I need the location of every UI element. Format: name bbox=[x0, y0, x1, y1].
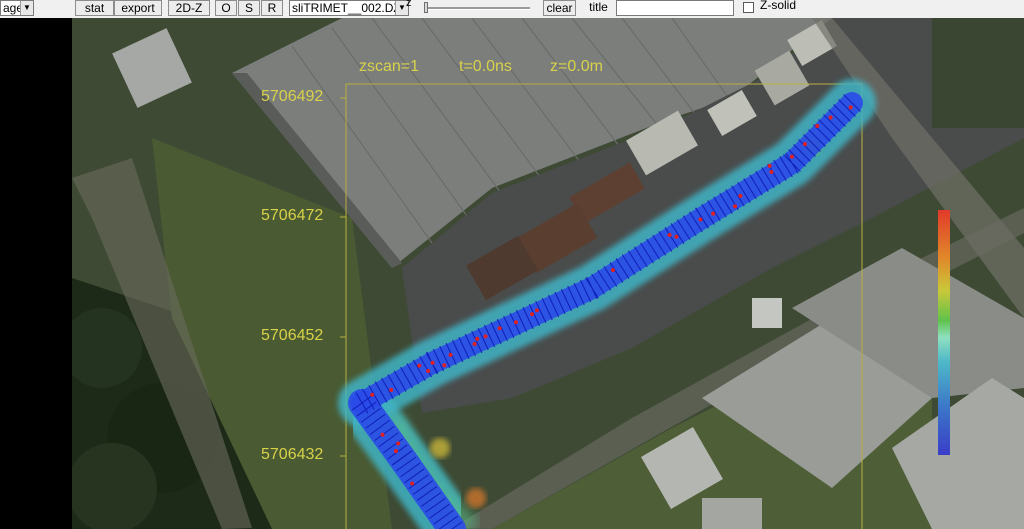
anomaly-point bbox=[393, 449, 398, 454]
colorbar bbox=[938, 210, 950, 455]
anomaly-point bbox=[472, 342, 477, 347]
2d-z-button[interactable]: 2D-Z bbox=[168, 0, 210, 16]
anomaly-point bbox=[410, 481, 415, 486]
anomaly-point bbox=[483, 334, 488, 339]
anomaly-point bbox=[789, 154, 794, 159]
anomaly-point bbox=[802, 142, 807, 147]
image-select[interactable]: age ▼ bbox=[0, 0, 34, 16]
toolbar: age ▼ stat export 2D-Z O S R sliTRIMET__… bbox=[0, 0, 1024, 19]
y-tick-label: 5706472 bbox=[261, 207, 324, 224]
anomaly-point bbox=[530, 312, 535, 317]
zscan-label: zscan=1 bbox=[359, 58, 420, 75]
file-select-value: sliTRIMET__002.DZ bbox=[292, 1, 401, 15]
anomaly-point bbox=[767, 163, 772, 168]
anomaly-point bbox=[370, 392, 375, 397]
anomaly-point bbox=[667, 233, 672, 238]
grass-right bbox=[932, 18, 1024, 128]
anomaly-point bbox=[534, 308, 539, 313]
anomaly-point bbox=[448, 352, 453, 357]
z-solid-label: Z-solid bbox=[760, 0, 797, 12]
anomaly-point bbox=[389, 388, 394, 393]
anomaly-point bbox=[769, 170, 774, 175]
z-slider-thumb[interactable] bbox=[424, 2, 428, 13]
anomaly-point bbox=[380, 432, 385, 437]
title-input[interactable] bbox=[616, 0, 734, 16]
anomaly-point bbox=[711, 211, 716, 216]
anomaly-point bbox=[475, 336, 480, 341]
left-margin bbox=[0, 18, 72, 529]
anomaly-point bbox=[610, 268, 615, 273]
z-slider-label: z bbox=[406, 0, 412, 9]
anomaly-point bbox=[442, 363, 447, 368]
anomaly-point bbox=[497, 326, 502, 331]
anomaly-point bbox=[828, 115, 833, 120]
anomaly-point bbox=[698, 217, 703, 222]
title-label: title bbox=[589, 0, 608, 14]
y-tick-label: 5706432 bbox=[261, 446, 324, 463]
anomaly-point bbox=[733, 204, 738, 209]
building-annex bbox=[752, 298, 782, 328]
y-tick-label: 5706492 bbox=[261, 88, 324, 105]
chevron-down-icon[interactable]: ▼ bbox=[20, 1, 33, 15]
depth-label: z=0.0m bbox=[550, 58, 603, 75]
anomaly-point bbox=[396, 441, 401, 446]
anomaly-point bbox=[430, 360, 435, 365]
z-solid-checkbox[interactable] bbox=[743, 2, 754, 13]
time-label: t=0.0ns bbox=[459, 58, 512, 75]
export-button[interactable]: export bbox=[114, 0, 162, 16]
satellite-map[interactable] bbox=[72, 18, 1024, 529]
anomaly-point bbox=[417, 363, 422, 368]
clear-button[interactable]: clear bbox=[543, 0, 576, 16]
anomaly-point bbox=[738, 193, 743, 198]
s-button[interactable]: S bbox=[238, 0, 260, 16]
file-select[interactable]: sliTRIMET__002.DZ ▼ bbox=[289, 0, 409, 16]
map-viewport[interactable]: zscan=1 t=0.0ns z=0.0m 5706492 5706472 5… bbox=[72, 18, 1024, 529]
stat-button[interactable]: stat bbox=[75, 0, 114, 16]
y-tick-label: 5706452 bbox=[261, 327, 324, 344]
anomaly-point bbox=[674, 234, 679, 239]
building bbox=[702, 498, 762, 529]
anomaly-point bbox=[815, 123, 820, 128]
z-slider-track[interactable] bbox=[425, 7, 530, 10]
anomaly-point bbox=[514, 320, 519, 325]
anomaly-point bbox=[848, 105, 853, 110]
anomaly-point bbox=[426, 368, 431, 373]
o-button[interactable]: O bbox=[215, 0, 237, 16]
r-button[interactable]: R bbox=[261, 0, 283, 16]
